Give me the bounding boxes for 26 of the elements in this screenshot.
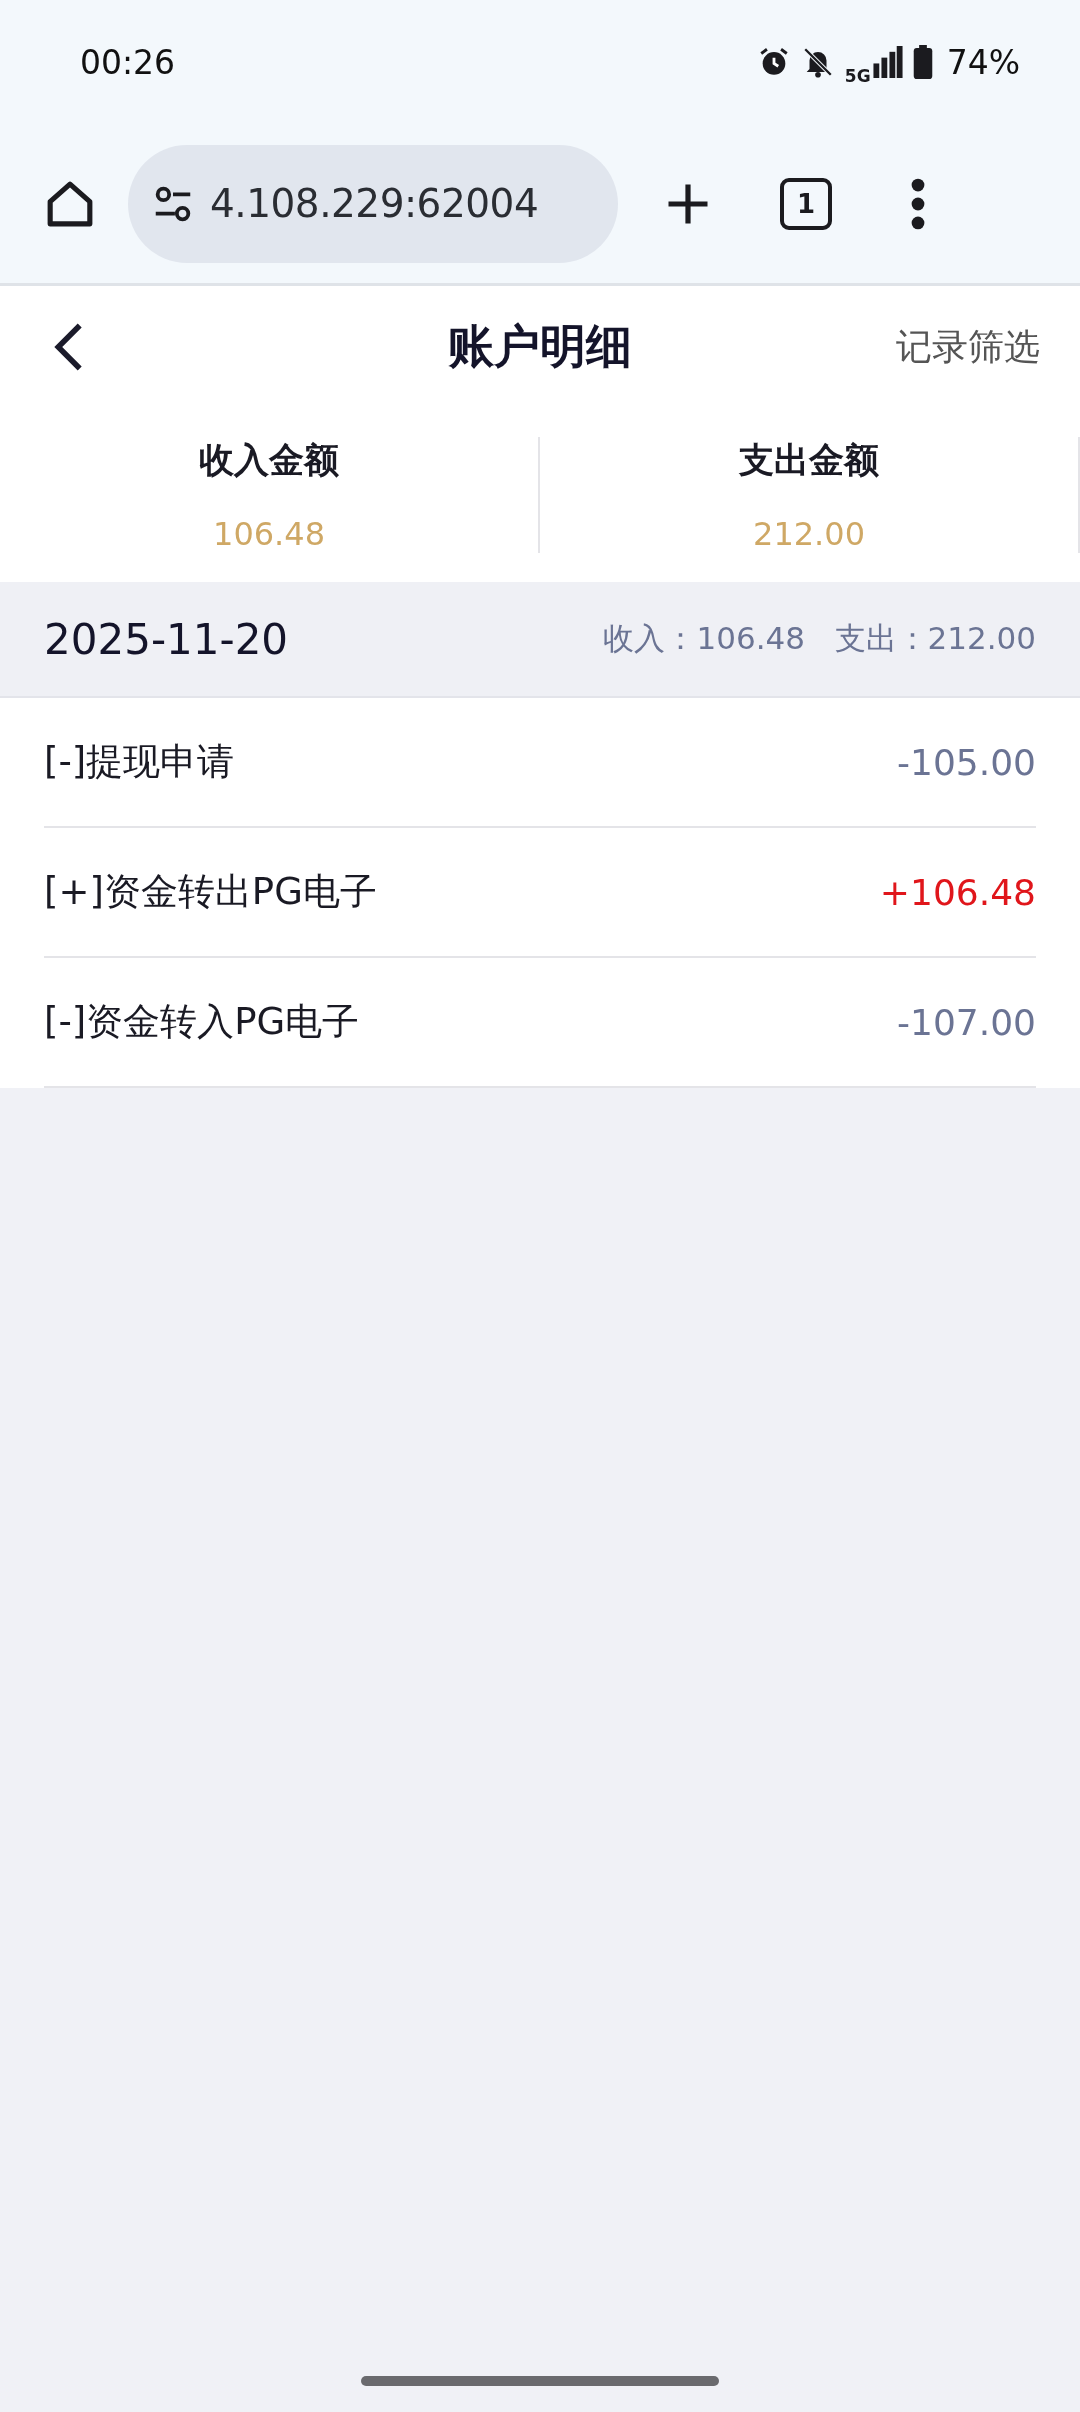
address-bar[interactable]: 4.108.229:62004 [128, 144, 618, 263]
page-title: 账户明细 [448, 318, 632, 375]
signal-icon [872, 46, 903, 78]
summary-label: 收入金额 [199, 439, 339, 482]
record-amount: +106.48 [879, 871, 1036, 913]
battery-level: 74% [946, 42, 1020, 82]
record-row[interactable]: [-]资金转入PG电子 -107.00 [44, 958, 1036, 1088]
filter-button[interactable]: 记录筛选 [896, 322, 1040, 372]
date-label: 2025-11-20 [44, 614, 289, 664]
record-amount: -105.00 [897, 741, 1036, 783]
record-title: [-]提现申请 [44, 739, 235, 785]
record-title: [-]资金转入PG电子 [44, 999, 360, 1045]
network-type: 5G [844, 66, 871, 86]
record-row[interactable]: [-]提现申请 -105.00 [44, 698, 1036, 828]
tab-count-button[interactable]: 1 [780, 177, 832, 230]
summary-label: 支出金额 [739, 439, 879, 482]
record-amount: -107.00 [897, 1001, 1036, 1043]
summary-amount: 106.48 [213, 515, 325, 553]
more-options-icon[interactable] [910, 177, 926, 230]
battery-icon [912, 45, 933, 79]
summary-amount: 212.00 [753, 515, 865, 553]
record-row[interactable]: [+]资金转出PG电子 +106.48 [44, 828, 1036, 958]
record-title: [+]资金转出PG电子 [44, 869, 377, 915]
status-time: 00:26 [80, 42, 176, 82]
url-text: 4.108.229:62004 [210, 181, 539, 226]
day-totals: 收入：106.48 支出：212.00 [603, 619, 1036, 658]
